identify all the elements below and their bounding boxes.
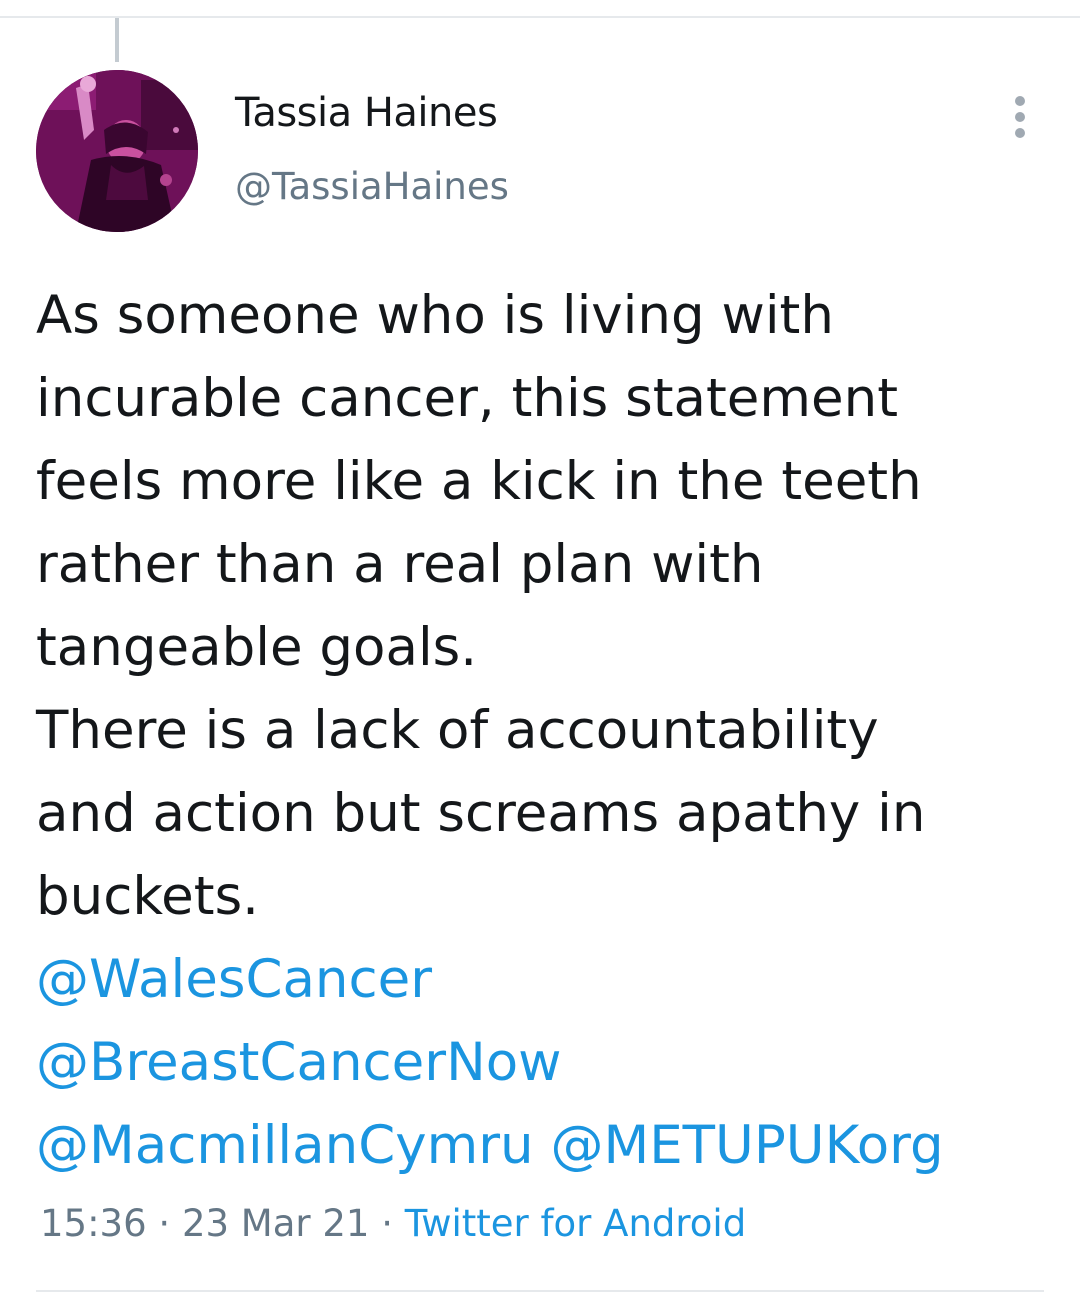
- tweet-date: 23 Mar 21: [181, 1202, 370, 1245]
- ellipsis-dot: [1015, 112, 1025, 122]
- tweet-mentions: @WalesCancer @BreastCancerNow @Macmillan…: [36, 938, 1046, 1187]
- thread-connector-line: [115, 18, 119, 62]
- mention-link-macmillancymru[interactable]: @MacmillanCymru: [36, 1115, 534, 1176]
- meta-separator: ·: [381, 1202, 393, 1245]
- bottom-divider: [36, 1290, 1044, 1292]
- mention-link-metupukorg[interactable]: @METUPUKorg: [550, 1115, 943, 1176]
- mention-line: @BreastCancerNow: [36, 1021, 1046, 1104]
- author-handle[interactable]: @TassiaHaines: [235, 165, 509, 208]
- top-divider: [0, 16, 1080, 18]
- meta-separator: ·: [158, 1202, 171, 1245]
- mention-link-walescancer[interactable]: @WalesCancer: [36, 949, 432, 1010]
- tweet-metadata: 15:36 · 23 Mar 21 · Twitter for Android: [40, 1202, 746, 1245]
- tweet-time: 15:36: [40, 1202, 147, 1245]
- tweet-source-link[interactable]: Twitter for Android: [405, 1202, 746, 1245]
- avatar-photo: [36, 70, 198, 232]
- more-options-button[interactable]: [1006, 94, 1034, 140]
- mention-line: @MacmillanCymru @METUPUKorg: [36, 1104, 1046, 1187]
- vertical-ellipsis-icon: [1015, 96, 1025, 106]
- ellipsis-dot: [1015, 128, 1025, 138]
- mention-line: @WalesCancer: [36, 938, 1046, 1021]
- tweet-text: As someone who is living with incurable …: [36, 285, 926, 927]
- mention-link-breastcancernow[interactable]: @BreastCancerNow: [36, 1032, 562, 1093]
- author-display-name[interactable]: Tassia Haines: [235, 90, 498, 136]
- avatar[interactable]: [36, 70, 198, 232]
